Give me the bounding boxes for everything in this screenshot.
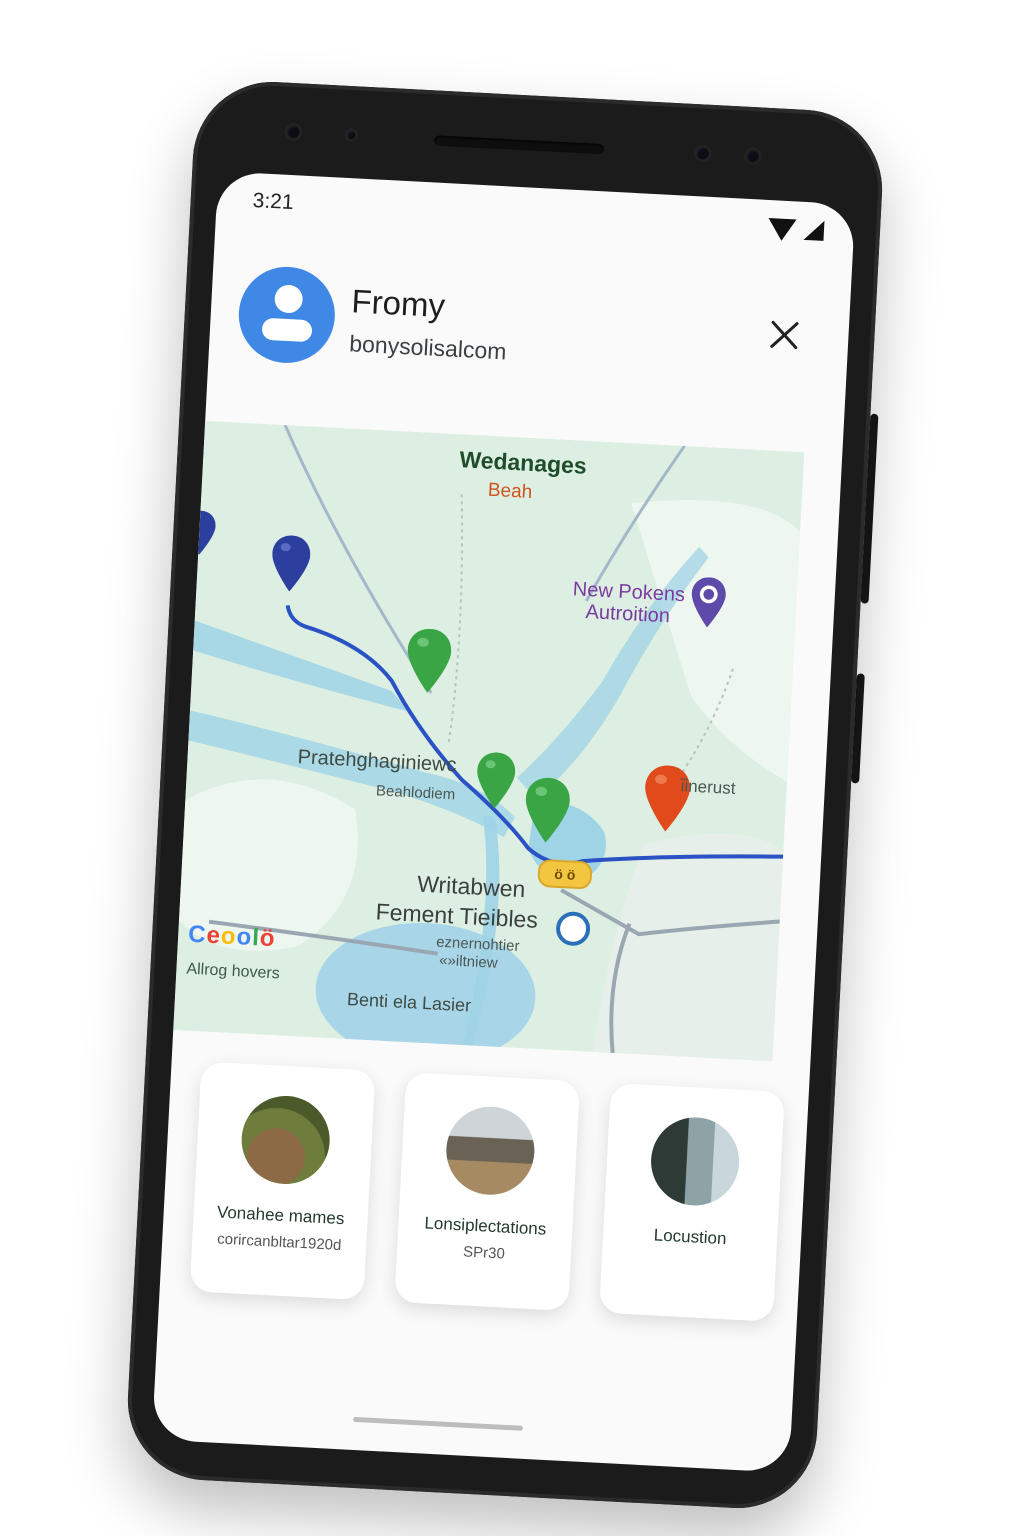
- map-label-east: ἵinerust: [680, 776, 736, 799]
- status-bar: 3:21: [252, 189, 825, 247]
- signal-icon: [767, 218, 797, 242]
- map-badge[interactable]: ö ö: [537, 858, 593, 890]
- place-card-title: Locustion: [653, 1225, 727, 1249]
- phone-frame: 3:21 Fromy bonysolisalcom ö ö Wedanages …: [123, 77, 887, 1513]
- earpiece-speaker: [433, 135, 605, 155]
- place-cards[interactable]: Vonahee mames corircanbltar1920d Lonsipl…: [188, 1061, 856, 1367]
- place-card-subtitle: [602, 1251, 776, 1260]
- place-card-title: Lonsiplectations: [424, 1213, 547, 1239]
- map-pin-blue-partial[interactable]: [184, 510, 216, 556]
- home-indicator[interactable]: [352, 1416, 524, 1431]
- map-label-area-sub: Beah: [487, 479, 533, 503]
- place-card-subtitle: corircanbltar1920d: [216, 1230, 342, 1255]
- map-label-poi: New Pokens Autroition: [572, 578, 686, 628]
- power-button[interactable]: [851, 673, 865, 784]
- status-time: 3:21: [252, 189, 295, 215]
- location-ring-icon[interactable]: [554, 910, 592, 948]
- status-icons: [767, 218, 825, 243]
- map-pin-purple[interactable]: [689, 576, 728, 628]
- map-view[interactable]: ö ö Wedanages Beah New Pokens Autroition…: [173, 420, 842, 1064]
- place-photo: [648, 1115, 742, 1208]
- map-pin-green[interactable]: [405, 628, 452, 694]
- map-pin-blue[interactable]: [270, 535, 311, 593]
- account-name: Fromy: [350, 282, 446, 325]
- sensor-icon: [343, 127, 359, 143]
- volume-button[interactable]: [860, 413, 879, 604]
- map-label-lower-small-2: «»iltniew: [438, 951, 498, 972]
- account-header: Fromy bonysolisalcom: [236, 264, 823, 404]
- place-card[interactable]: Vonahee mames corircanbltar1920d: [189, 1061, 376, 1301]
- camera-icon: [283, 122, 303, 142]
- place-card-title: Vonahee mames: [216, 1202, 345, 1229]
- phone-screen: 3:21 Fromy bonysolisalcom ö ö Wedanages …: [151, 171, 856, 1473]
- battery-icon: [803, 219, 825, 241]
- place-card[interactable]: Locustion: [599, 1082, 785, 1322]
- place-card-subtitle: SPr30: [462, 1243, 506, 1263]
- account-email: bonysolisalcom: [348, 330, 508, 365]
- map-pin-red[interactable]: [642, 764, 691, 832]
- close-icon[interactable]: [766, 316, 804, 354]
- camera-icon: [693, 144, 713, 163]
- place-card[interactable]: Lonsiplectations SPr30: [394, 1072, 581, 1312]
- map-pin-green[interactable]: [524, 776, 571, 844]
- place-photo: [444, 1104, 537, 1197]
- map-logo: Ceoolö: [187, 920, 277, 953]
- stage: 3:21 Fromy bonysolisalcom ö ö Wedanages …: [0, 0, 1024, 1536]
- avatar[interactable]: [236, 264, 338, 366]
- place-photo: [239, 1093, 332, 1187]
- map-pin-green[interactable]: [475, 752, 516, 810]
- camera-icon: [743, 146, 763, 166]
- person-icon: [273, 284, 304, 314]
